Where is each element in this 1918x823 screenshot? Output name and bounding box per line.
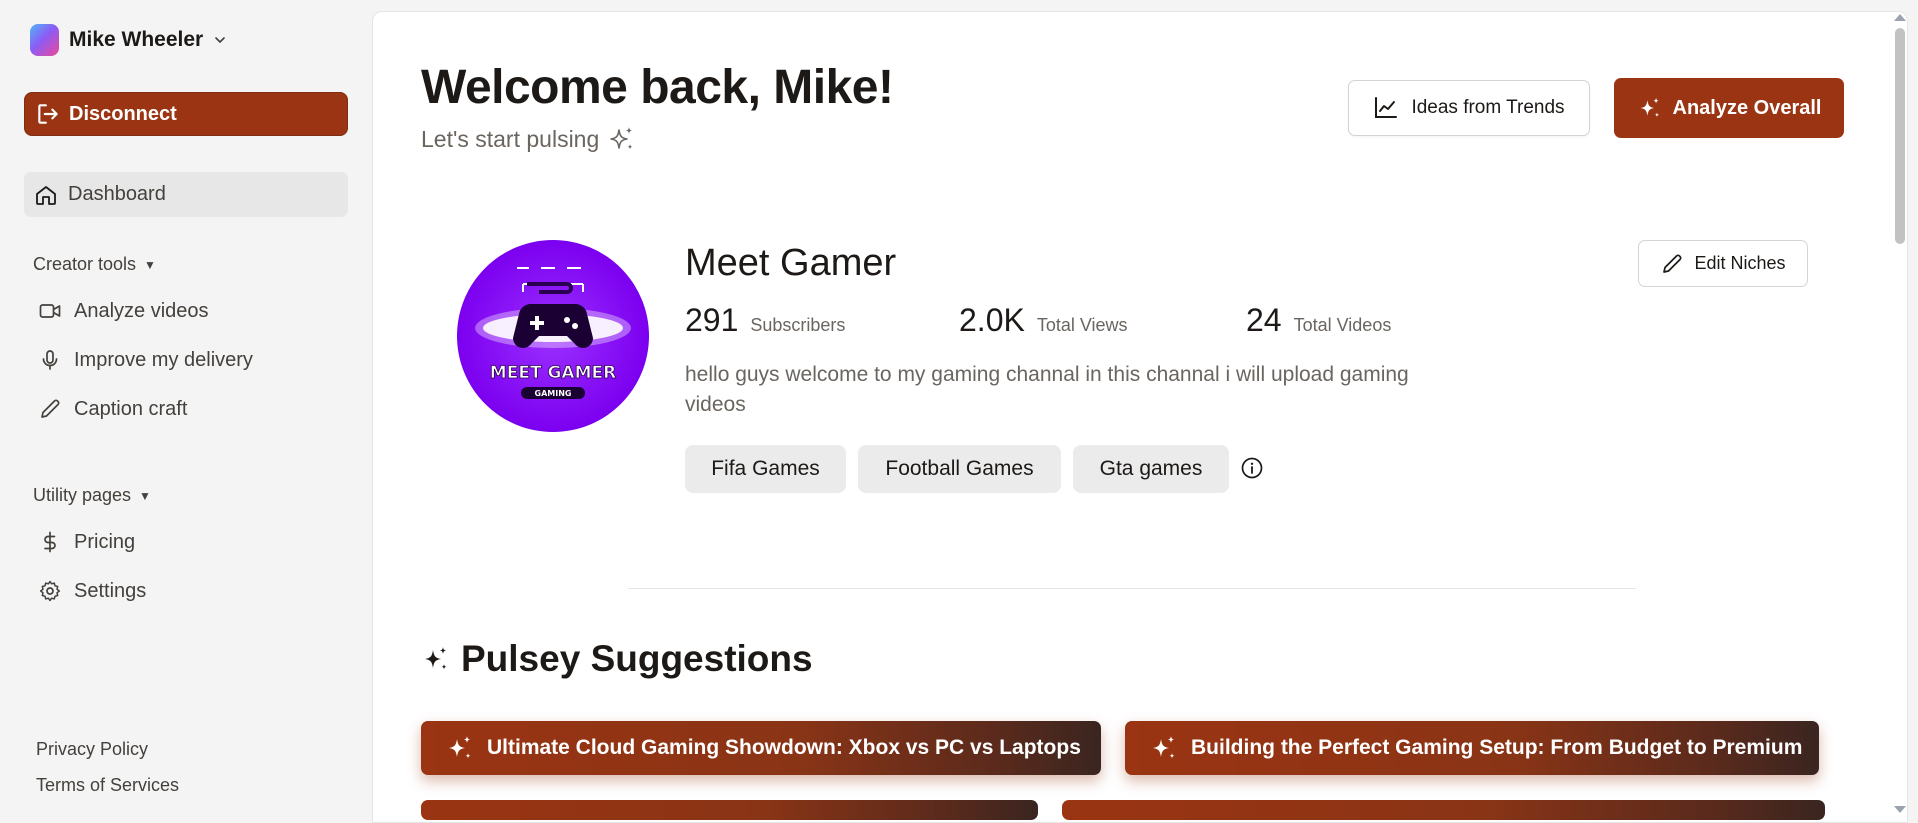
sidebar-item-label: Improve my delivery xyxy=(74,348,253,371)
section-divider xyxy=(628,588,1636,589)
sparkles-icon xyxy=(1639,97,1659,118)
avatar-subtext: GAMING xyxy=(535,389,572,398)
caret-down-icon: ▼ xyxy=(144,257,156,272)
creator-tools-heading[interactable]: Creator tools ▼ xyxy=(33,254,156,275)
analyze-overall-button[interactable]: Analyze Overall xyxy=(1614,78,1844,138)
microphone-icon xyxy=(42,350,58,370)
ideas-from-trends-label: Ideas from Trends xyxy=(1411,97,1565,118)
sparkles-icon xyxy=(610,127,633,150)
sidebar-item-label: Analyze videos xyxy=(74,299,209,322)
suggestion-card[interactable]: Building the Perfect Gaming Setup: From … xyxy=(1125,721,1819,775)
avatar-text: MEET GAMER xyxy=(490,363,616,383)
stat-label: Total Views xyxy=(1036,315,1128,335)
scrollbar-thumb[interactable] xyxy=(1895,28,1905,244)
scroll-up-arrow-icon[interactable] xyxy=(1894,14,1906,21)
niche-tag[interactable]: Gta games xyxy=(1073,445,1229,493)
terms-of-services-link[interactable]: Terms of Services xyxy=(36,775,179,796)
suggestion-card-partial[interactable] xyxy=(421,800,1038,820)
sidebar-item-caption-craft[interactable]: Caption craft xyxy=(38,392,187,426)
sparkles-icon xyxy=(425,647,447,670)
niche-tag[interactable]: Fifa Games xyxy=(685,445,846,493)
utility-pages-heading[interactable]: Utility pages ▼ xyxy=(33,485,151,506)
home-icon xyxy=(36,185,56,205)
sparkles-icon xyxy=(449,736,471,759)
sidebar: Mike Wheeler Disconnect Dashboard Creato… xyxy=(0,0,372,823)
sidebar-item-settings[interactable]: Settings xyxy=(38,574,146,608)
chevron-down-icon xyxy=(215,37,226,43)
account-logo xyxy=(30,24,59,56)
channel-description: hello guys welcome to my gaming channal … xyxy=(685,363,1409,416)
account-switcher[interactable]: Mike Wheeler xyxy=(30,22,227,58)
pencil-icon xyxy=(41,399,60,418)
section-heading-label: Creator tools xyxy=(33,254,137,274)
suggestions-title: Pulsey Suggestions xyxy=(461,638,813,679)
dollar-icon xyxy=(44,531,56,553)
gear-icon xyxy=(39,580,61,602)
edit-niches-button[interactable]: Edit Niches xyxy=(1638,240,1808,287)
caret-down-icon: ▼ xyxy=(139,488,151,503)
sidebar-item-pricing[interactable]: Pricing xyxy=(38,525,135,559)
stat-value: 2.0K xyxy=(959,302,1025,338)
page-title: Welcome back, Mike! xyxy=(421,61,894,114)
sidebar-item-analyze-videos[interactable]: Analyze videos xyxy=(38,294,209,328)
gamepad-logo-icon: MEET GAMER GAMING xyxy=(475,267,631,399)
video-camera-icon xyxy=(39,304,61,318)
suggestion-text: Ultimate Cloud Gaming Showdown: Xbox vs … xyxy=(487,736,1081,759)
stat-total-videos: 24 Total Videos xyxy=(1246,302,1391,339)
ideas-from-trends-button[interactable]: Ideas from Trends xyxy=(1348,80,1590,136)
privacy-policy-link[interactable]: Privacy Policy xyxy=(36,739,148,760)
stat-value: 291 xyxy=(685,302,739,338)
channel-name: Meet Gamer xyxy=(685,242,897,284)
stat-value: 24 xyxy=(1246,302,1282,338)
edit-niches-label: Edit Niches xyxy=(1694,253,1786,273)
account-name: Mike Wheeler xyxy=(69,28,204,51)
stat-label: Total Videos xyxy=(1293,315,1392,335)
page-subtitle: Let's start pulsing xyxy=(421,124,637,154)
analyze-overall-label: Analyze Overall xyxy=(1672,96,1822,119)
stat-subscribers: 291 Subscribers xyxy=(685,302,845,339)
subtitle-text: Let's start pulsing xyxy=(421,125,600,152)
suggestions-heading: Pulsey Suggestions xyxy=(421,638,813,680)
info-icon[interactable] xyxy=(1240,456,1264,480)
suggestion-card[interactable]: Ultimate Cloud Gaming Showdown: Xbox vs … xyxy=(421,721,1101,775)
scroll-down-arrow-icon[interactable] xyxy=(1894,806,1906,813)
sidebar-item-label: Caption craft xyxy=(74,397,188,420)
sidebar-item-dashboard[interactable]: Dashboard xyxy=(24,172,348,217)
sidebar-item-label: Pricing xyxy=(74,530,136,553)
logout-icon xyxy=(38,104,58,124)
section-heading-label: Utility pages xyxy=(33,485,132,505)
sidebar-item-label: Settings xyxy=(74,579,147,602)
stat-label: Subscribers xyxy=(750,315,846,335)
disconnect-label: Disconnect xyxy=(69,102,177,125)
niche-tag[interactable]: Football Games xyxy=(858,445,1061,493)
sidebar-item-label: Dashboard xyxy=(68,183,166,205)
trend-chart-icon xyxy=(1375,97,1398,118)
stat-total-views: 2.0K Total Views xyxy=(959,302,1128,339)
sidebar-item-improve-delivery[interactable]: Improve my delivery xyxy=(38,343,253,377)
channel-avatar: MEET GAMER GAMING xyxy=(457,240,649,432)
sparkles-icon xyxy=(1153,736,1175,759)
suggestion-card-partial[interactable] xyxy=(1062,800,1825,820)
pencil-icon xyxy=(1663,253,1682,273)
disconnect-button[interactable]: Disconnect xyxy=(24,92,348,136)
suggestion-text: Building the Perfect Gaming Setup: From … xyxy=(1191,736,1803,759)
